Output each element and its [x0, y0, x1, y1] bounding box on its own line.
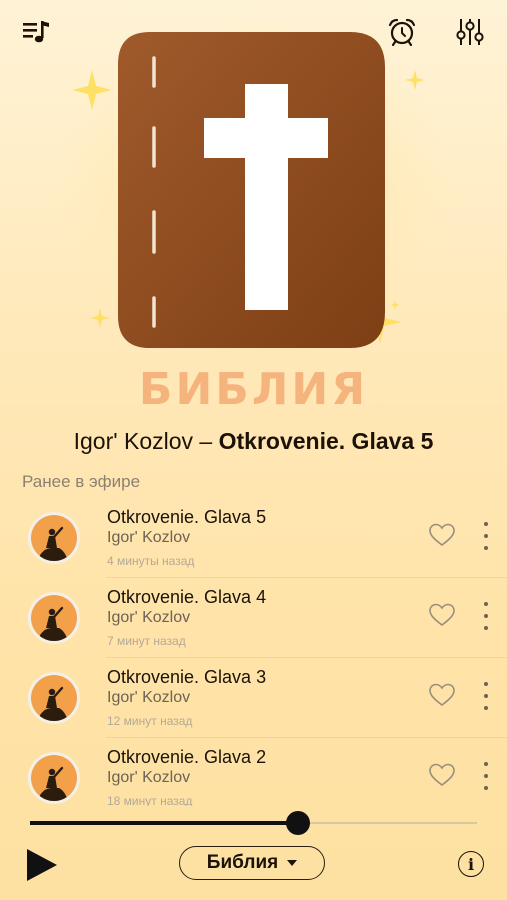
- info-icon[interactable]: i: [458, 851, 484, 877]
- playlist-music-icon: [23, 21, 49, 43]
- track-title: Otkrovenie. Glava 5: [107, 507, 267, 527]
- caret-down-icon: [287, 860, 298, 866]
- history-row[interactable]: Otkrovenie. Glava 5 Igor' Kozlov 4 минут…: [0, 498, 507, 578]
- more-options-icon[interactable]: [476, 760, 496, 792]
- history-section-label: Ранее в эфире: [22, 472, 141, 491]
- track-artist: Igor' Kozlov: [107, 769, 191, 786]
- track-time: 4 минуты назад: [107, 554, 195, 568]
- history-list[interactable]: Otkrovenie. Glava 5 Igor' Kozlov 4 минут…: [0, 498, 507, 806]
- preacher-silhouette-icon: [40, 606, 68, 641]
- heart-icon[interactable]: [428, 602, 456, 628]
- more-options-icon[interactable]: [476, 680, 496, 712]
- heart-icon[interactable]: [428, 762, 456, 788]
- track-title: Otkrovenie. Glava 2: [107, 747, 267, 767]
- track-avatar: [28, 512, 80, 564]
- track-title: Otkrovenie. Glava 4: [107, 587, 267, 607]
- equalizer-button[interactable]: [452, 14, 488, 50]
- now-playing-title: Otkrovenie. Glava 5: [218, 428, 434, 454]
- bible-book-cross-icon: [53, 20, 453, 360]
- heart-icon[interactable]: [428, 682, 456, 708]
- station-logo-text: БИБЛИЯ: [138, 364, 369, 415]
- track-title: Otkrovenie. Glava 3: [107, 667, 267, 687]
- alarm-button[interactable]: [384, 14, 420, 50]
- alarm-clock-icon: [388, 18, 416, 47]
- playlist-button[interactable]: [18, 14, 54, 50]
- track-artist: Igor' Kozlov: [107, 609, 191, 626]
- station-selector-label: Библия: [206, 852, 279, 873]
- progress-knob[interactable]: [286, 811, 311, 835]
- track-artist: Igor' Kozlov: [107, 689, 191, 706]
- track-avatar: [28, 592, 80, 644]
- play-icon[interactable]: [24, 846, 60, 884]
- info-symbol: i: [467, 854, 475, 874]
- history-row[interactable]: Otkrovenie. Glava 2 Igor' Kozlov 18 мину…: [0, 738, 507, 806]
- track-avatar: [28, 672, 80, 724]
- heart-icon[interactable]: [428, 522, 456, 548]
- top-bar: [0, 0, 507, 60]
- now-playing-line: Igor' Kozlov – Otkrovenie. Glava 5: [0, 428, 507, 455]
- equalizer-sliders-icon: [456, 19, 484, 45]
- preacher-silhouette-icon: [40, 526, 68, 561]
- history-row[interactable]: Otkrovenie. Glava 3 Igor' Kozlov 12 мину…: [0, 658, 507, 738]
- now-playing-separator: –: [193, 428, 219, 454]
- playback-progress-slider[interactable]: [30, 811, 477, 835]
- more-options-icon[interactable]: [476, 600, 496, 632]
- progress-fill: [30, 821, 299, 825]
- track-time: 12 минут назад: [107, 714, 193, 728]
- track-artist: Igor' Kozlov: [107, 529, 191, 546]
- preacher-silhouette-icon: [40, 686, 68, 721]
- station-selector[interactable]: Библия: [179, 846, 325, 880]
- track-time: 18 минут назад: [107, 794, 193, 806]
- more-options-icon[interactable]: [476, 520, 496, 552]
- station-artwork: [0, 20, 507, 420]
- now-playing-artist: Igor' Kozlov: [73, 428, 194, 454]
- history-row[interactable]: Otkrovenie. Glava 4 Igor' Kozlov 7 минут…: [0, 578, 507, 658]
- track-time: 7 минут назад: [107, 634, 186, 648]
- preacher-silhouette-icon: [40, 766, 68, 801]
- track-avatar: [28, 752, 80, 804]
